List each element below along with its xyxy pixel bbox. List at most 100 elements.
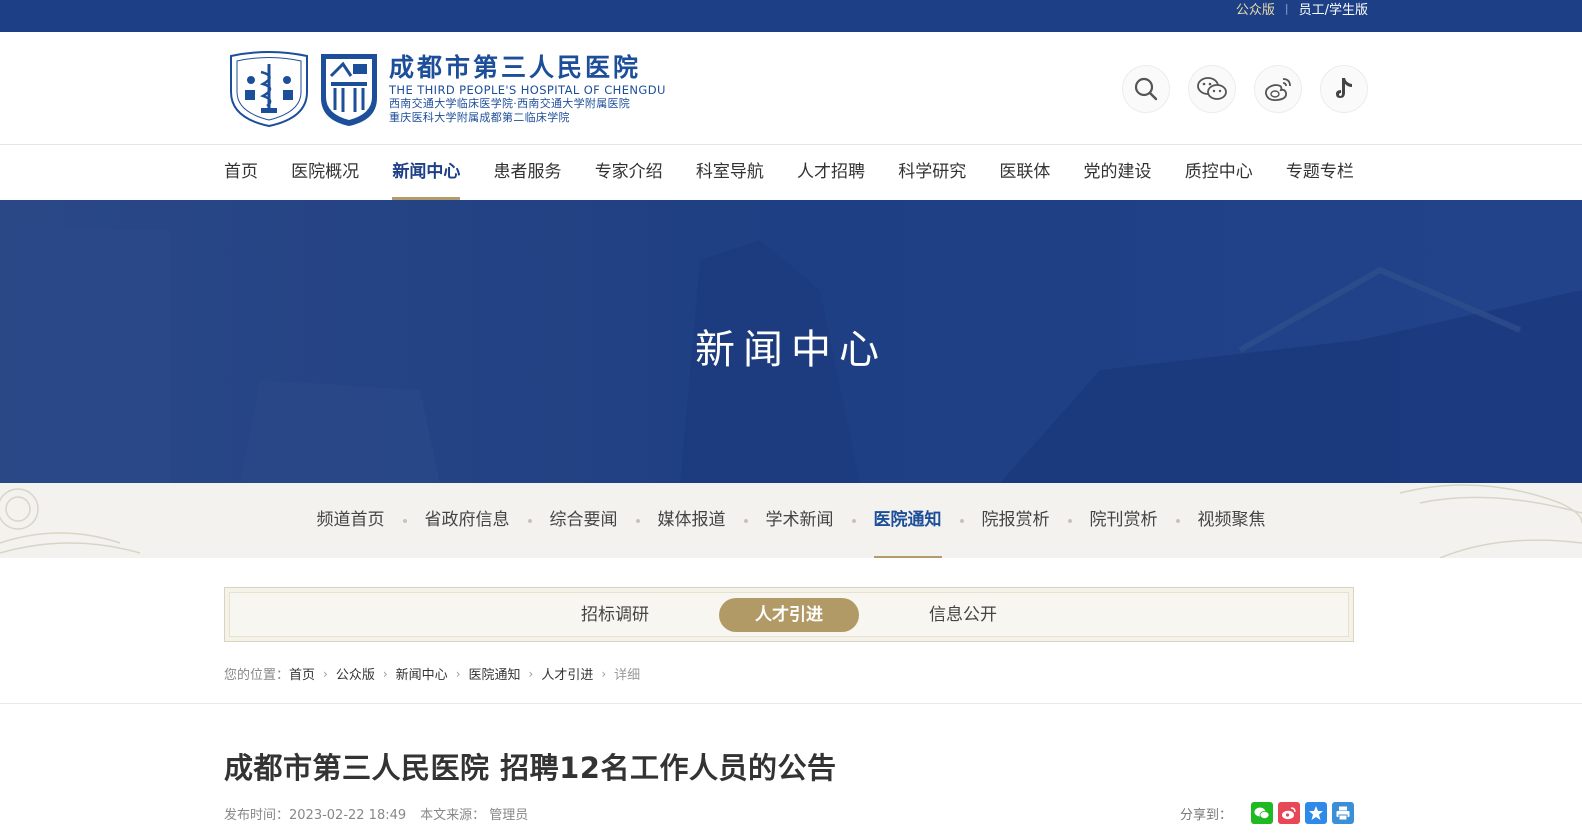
category-tabs: 招标调研 人才引进 信息公开 [224, 587, 1354, 642]
subnav-item-label: 院报赏析 [981, 510, 1050, 530]
subnav-item-label: 学术新闻 [765, 510, 834, 530]
subnav-item[interactable]: 频道首页 [317, 483, 385, 558]
nav-item[interactable]: 医联体 [999, 145, 1050, 200]
separator-dot [1175, 518, 1180, 523]
breadcrumb-link[interactable]: 公众版 [336, 664, 375, 683]
breadcrumb-prefix: 您的位置： [224, 668, 290, 683]
wechat-button[interactable] [1188, 65, 1236, 113]
publish-time: 发布时间：2023-02-22 18:49 [224, 808, 407, 823]
subnav-item[interactable]: 学术新闻 [726, 483, 834, 558]
nav-item[interactable]: 患者服务 [494, 145, 562, 200]
nav-item[interactable]: 人才招聘 [797, 145, 865, 200]
subnav-item-label: 省政府信息 [424, 510, 510, 530]
hospital-name-cn: 成都市第三人民医院 [389, 53, 642, 82]
sub-nav-list: 频道首页 省政府信息 综合要闻 媒体报道 学术新闻 医院通知 院报赏析 院刊赏析 视频聚焦 [0, 483, 1582, 558]
breadcrumb-link[interactable]: 新闻中心 [396, 664, 448, 683]
chevron-right-icon: › [323, 666, 328, 681]
hospital-emblem-icon [230, 51, 308, 128]
header-icon-group [1122, 65, 1368, 113]
printer-icon [1336, 806, 1350, 821]
tiktok-button[interactable] [1320, 65, 1368, 113]
wechat-icon [1254, 807, 1270, 819]
subnav-item-label: 媒体报道 [657, 510, 726, 530]
article-title: 成都市第三人民医院 招聘12名工作人员的公告 [224, 751, 837, 785]
print-button[interactable] [1332, 802, 1354, 824]
subnav-item-label: 视频聚焦 [1197, 510, 1266, 530]
subnav-item-label: 院刊赏析 [1089, 510, 1158, 530]
separator-dot [635, 518, 640, 523]
share-label: 分享到： [1179, 807, 1232, 823]
article-meta: 发布时间：2023-02-22 18:49 本文来源： 管理员 [224, 804, 528, 823]
breadcrumb: 您的位置： 首页 › 公众版 › 新闻中心 › 医院通知 › 人才引进 › 详细 [224, 664, 641, 684]
subnav-item-label: 频道首页 [316, 510, 385, 530]
divider: | [1284, 2, 1289, 15]
breadcrumb-link[interactable]: 人才引进 [541, 664, 593, 683]
nav-item[interactable]: 科室导航 [696, 145, 764, 200]
chevron-right-icon: › [528, 666, 534, 681]
separator-dot [527, 518, 532, 523]
tiktok-icon [1336, 78, 1352, 98]
search-icon [1134, 77, 1158, 101]
share-wechat-button[interactable] [1251, 802, 1273, 824]
subnav-item[interactable]: 院报赏析 [942, 483, 1050, 558]
nav-item[interactable]: 党的建设 [1084, 145, 1152, 200]
breadcrumb-link[interactable]: 首页 [289, 664, 315, 683]
nav-item[interactable]: 质控中心 [1185, 145, 1253, 200]
star-icon [1309, 806, 1323, 820]
version-links: 公众版 | 员工/学生版 [1236, 0, 1368, 18]
site-header: 成都市第三人民医院 THE THIRD PEOPLE'S HOSPITAL OF… [0, 32, 1582, 145]
subnav-item-label: 综合要闻 [549, 510, 618, 530]
chevron-right-icon: › [382, 666, 388, 681]
subnav-item[interactable]: 媒体报道 [618, 483, 726, 558]
top-bar: 公众版 | 员工/学生版 [0, 0, 1582, 32]
nav-item[interactable]: 首页 [224, 145, 258, 200]
subnav-item-label: 医院通知 [873, 483, 942, 558]
category-tab[interactable]: 人才引进 [719, 597, 859, 632]
share-bar: 分享到： [1180, 802, 1354, 824]
search-button[interactable] [1122, 65, 1170, 113]
category-tab[interactable]: 招标调研 [545, 598, 685, 632]
page-banner: 新闻中心 [0, 200, 1582, 483]
banner-title: 新闻中心 [695, 327, 887, 373]
subnav-item[interactable]: 医院通知 [834, 483, 942, 558]
category-tabs-inner: 招标调研 人才引进 信息公开 [229, 592, 1349, 637]
nav-item[interactable]: 专家介绍 [595, 145, 663, 200]
hospital-affiliation-1: 西南交通大学临床医学院·西南交通大学附属医院 [389, 97, 631, 110]
main-nav-list: 首页 医院概况 新闻中心 患者服务 专家介绍 科室导航 人才招聘 科学研究 医联体 党的建设 质控中… [224, 145, 1354, 200]
share-qzone-button[interactable] [1305, 802, 1327, 824]
subnav-item[interactable]: 综合要闻 [510, 483, 618, 558]
separator-dot [851, 518, 856, 523]
nav-item[interactable]: 医院概况 [291, 145, 359, 200]
public-version-link[interactable]: 公众版 [1236, 0, 1275, 18]
separator-dot [402, 518, 407, 523]
share-weibo-button[interactable] [1278, 802, 1300, 824]
hospital-logo[interactable]: 成都市第三人民医院 THE THIRD PEOPLE'S HOSPITAL OF… [225, 50, 666, 128]
subnav-item[interactable]: 院刊赏析 [1050, 483, 1158, 558]
breadcrumb-current: 详细 [614, 668, 641, 683]
subnav-item[interactable]: 视频聚焦 [1158, 483, 1266, 558]
staff-version-link[interactable]: 员工/学生版 [1299, 0, 1368, 18]
hospital-name-en: THE THIRD PEOPLE'S HOSPITAL OF CHENGDU [389, 83, 666, 97]
logo-text: 成都市第三人民医院 THE THIRD PEOPLE'S HOSPITAL OF… [389, 53, 666, 125]
separator-dot [959, 518, 964, 523]
weibo-button[interactable] [1254, 65, 1302, 113]
hospital-affiliation-2: 重庆医科大学附属成都第二临床学院 [389, 111, 570, 124]
subnav-item[interactable]: 省政府信息 [385, 483, 510, 558]
sub-nav: 频道首页 省政府信息 综合要闻 媒体报道 学术新闻 医院通知 院报赏析 院刊赏析 视频聚焦 [0, 483, 1582, 558]
section-divider [0, 703, 1582, 704]
main-nav: 首页 医院概况 新闻中心 患者服务 专家介绍 科室导航 人才招聘 科学研究 医联体 党的建设 质控中… [0, 145, 1582, 200]
wechat-icon [1197, 77, 1227, 100]
chevron-right-icon: › [601, 666, 607, 681]
university-emblem-icon [321, 54, 377, 126]
weibo-icon [1282, 807, 1296, 820]
separator-dot [743, 518, 748, 523]
chevron-right-icon: › [455, 666, 461, 681]
category-tab[interactable]: 信息公开 [893, 598, 1033, 632]
separator-dot [1067, 518, 1072, 523]
nav-item[interactable]: 专题专栏 [1286, 145, 1354, 200]
article-source: 本文来源： 管理员 [420, 808, 529, 823]
nav-item[interactable]: 新闻中心 [392, 145, 461, 200]
weibo-icon [1265, 78, 1291, 102]
nav-item[interactable]: 科学研究 [898, 145, 966, 200]
breadcrumb-link[interactable]: 医院通知 [469, 664, 521, 683]
